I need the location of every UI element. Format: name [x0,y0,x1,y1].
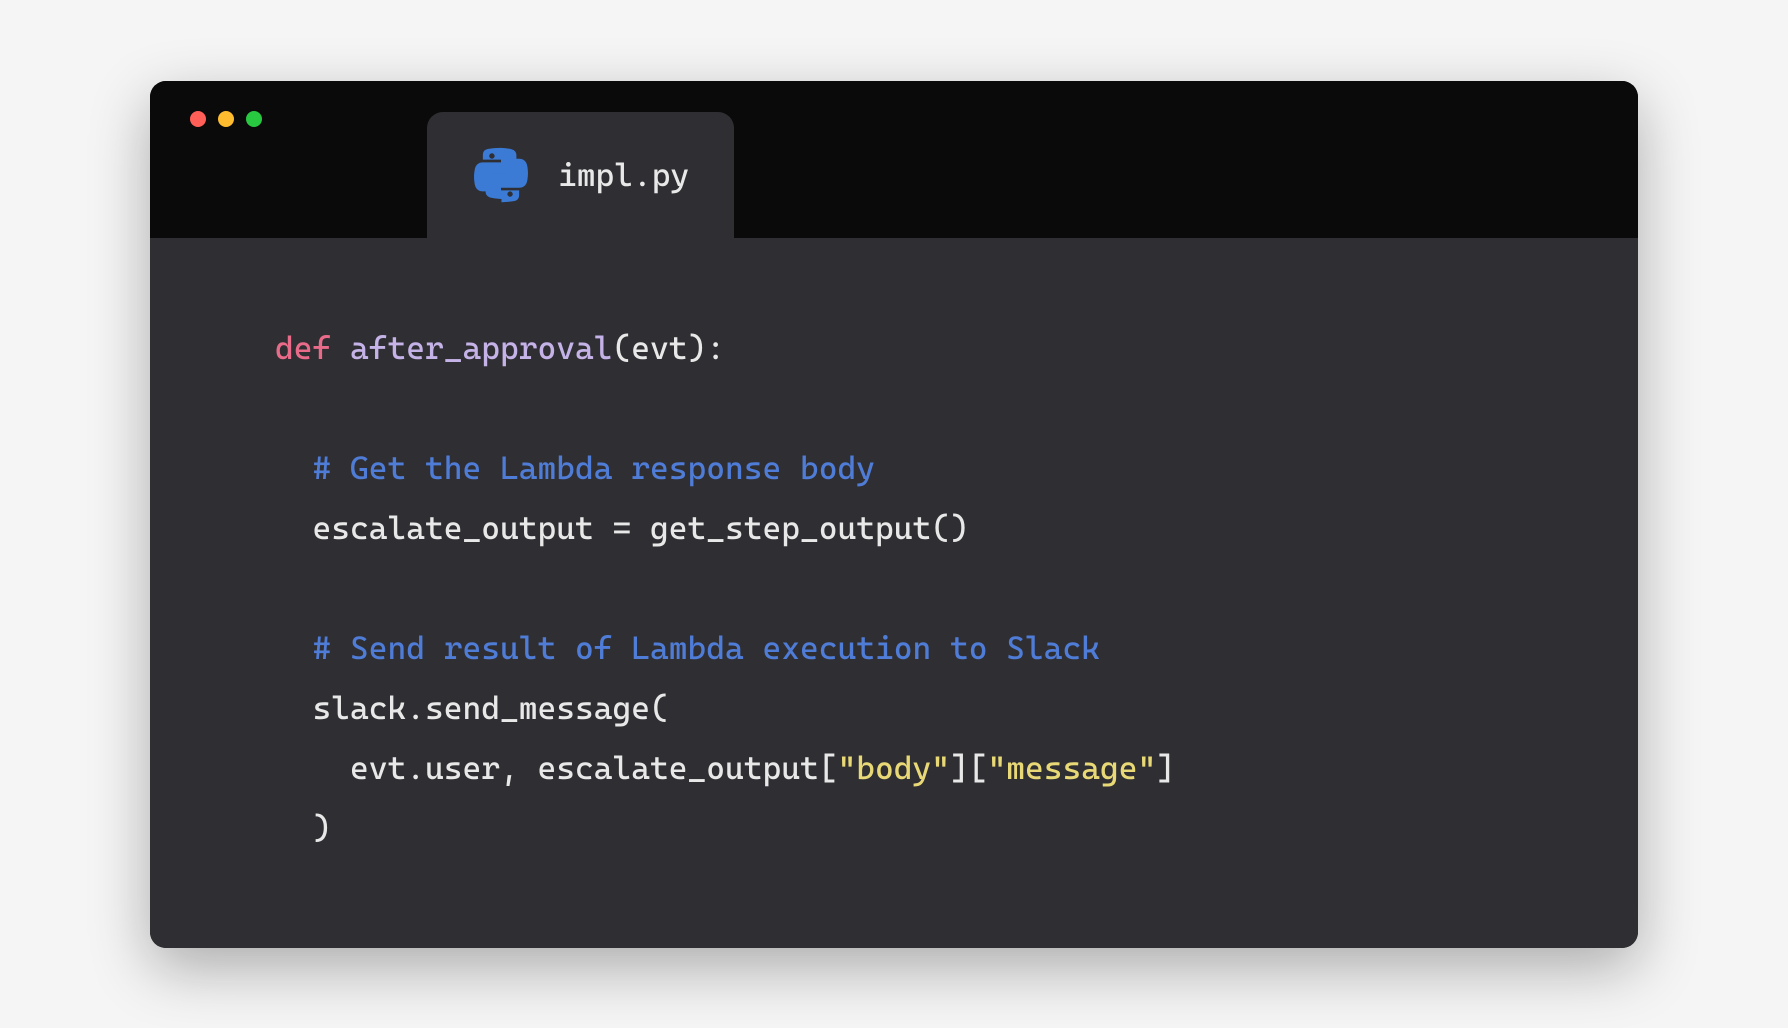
code-line-1: def after_approval(evt): [275,318,1638,378]
minimize-window-button[interactable] [218,111,234,127]
code-line-2 [275,378,1638,438]
code-editor[interactable]: def after_approval(evt): # Get the Lambd… [150,238,1638,948]
code-line-8: evt.user, escalate_output["body"]["messa… [275,738,1638,798]
titlebar: impl.py [150,81,1638,238]
tab-filename: impl.py [558,156,689,194]
code-line-3: # Get the Lambda response body [275,438,1638,498]
code-line-6: # Send result of Lambda execution to Sla… [275,618,1638,678]
file-tab[interactable]: impl.py [427,112,734,238]
code-line-4: escalate_output = get_step_output() [275,498,1638,558]
code-line-5 [275,558,1638,618]
close-window-button[interactable] [190,111,206,127]
python-icon [472,146,530,204]
maximize-window-button[interactable] [246,111,262,127]
code-line-7: slack.send_message( [275,678,1638,738]
code-editor-window: impl.py def after_approval(evt): # Get t… [150,81,1638,948]
code-line-9: ) [275,798,1638,858]
window-controls [150,81,262,127]
